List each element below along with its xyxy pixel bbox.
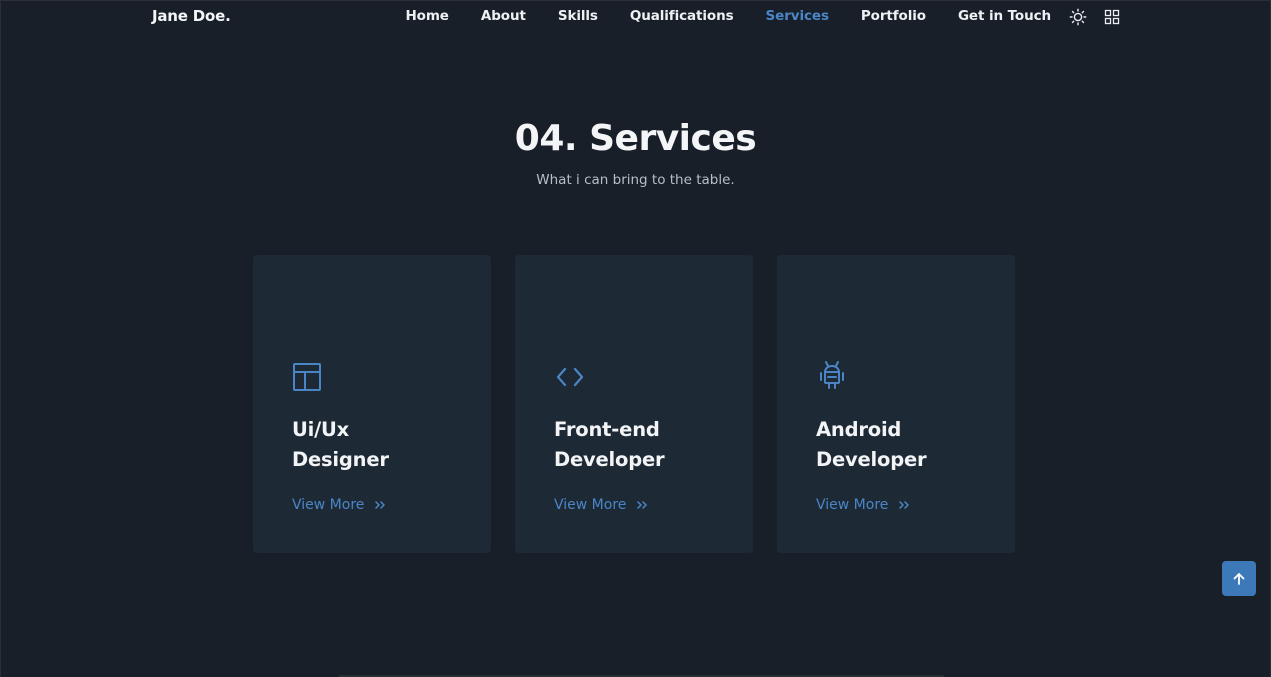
card-title-line2: Developer [554, 448, 665, 471]
service-card-uiux: Ui/Ux Designer View More [253, 255, 491, 553]
nav-portfolio[interactable]: Portfolio [861, 8, 926, 24]
view-more-label: View More [554, 497, 627, 513]
section-title: 04. Services [514, 118, 757, 159]
nav-qualifications[interactable]: Qualifications [630, 8, 734, 24]
nav-services[interactable]: Services [766, 8, 829, 24]
card-title-line1: Ui/Ux [292, 418, 350, 441]
arrow-up-icon [1232, 572, 1246, 586]
view-more-link[interactable]: View More [292, 497, 386, 513]
nav-about[interactable]: About [481, 8, 526, 24]
grid-icon[interactable] [1103, 8, 1121, 26]
card-title: Android Developer [816, 415, 986, 475]
section-subtitle: What i can bring to the table. [536, 172, 735, 188]
page: Jane Doe. Home About Skills Qualificatio… [0, 0, 1271, 677]
view-more-link[interactable]: View More [816, 497, 910, 513]
nav-get-in-touch[interactable]: Get in Touch [958, 8, 1051, 24]
card-title-line2: Designer [292, 448, 389, 471]
android-icon [816, 359, 848, 391]
view-more-link[interactable]: View More [554, 497, 648, 513]
nav-home[interactable]: Home [405, 8, 449, 24]
card-title-line2: Developer [816, 448, 927, 471]
nav-skills[interactable]: Skills [558, 8, 598, 24]
code-icon [554, 359, 586, 391]
scroll-to-top-button[interactable] [1222, 561, 1256, 596]
view-more-label: View More [816, 497, 889, 513]
service-card-android: Android Developer View More [777, 255, 1015, 553]
sun-icon[interactable] [1069, 8, 1087, 26]
view-more-label: View More [292, 497, 365, 513]
site-header: Jane Doe. Home About Skills Qualificatio… [1, 1, 1270, 35]
chevrons-right-icon [898, 500, 910, 510]
chevrons-right-icon [374, 500, 386, 510]
card-title-line1: Front-end [554, 418, 660, 441]
card-title: Ui/Ux Designer [292, 415, 462, 475]
service-card-frontend: Front-end Developer View More [515, 255, 753, 553]
main-nav: Home About Skills Qualifications Service… [405, 8, 1051, 24]
card-title-line1: Android [816, 418, 902, 441]
card-title: Front-end Developer [554, 415, 724, 475]
chevrons-right-icon [636, 500, 648, 510]
logo[interactable]: Jane Doe. [152, 7, 231, 25]
layout-icon [292, 359, 324, 391]
